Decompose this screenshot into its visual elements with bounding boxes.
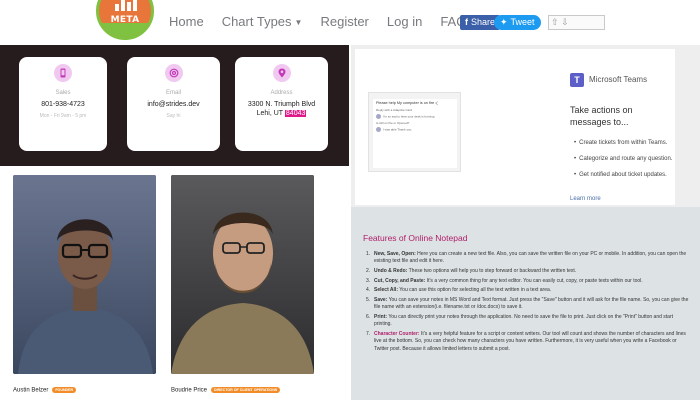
contact-card-email: Email info@strides.dev Say hi xyxy=(127,57,220,151)
list-item: 4. Select All: You can use this option fo… xyxy=(366,287,552,294)
phone-number[interactable]: 801-938-4723 xyxy=(19,100,107,109)
teams-brand-name: Microsoft Teams xyxy=(589,75,648,84)
learn-more-link[interactable]: Learn more xyxy=(570,196,601,202)
list-item: 6. Print: You can directly print your not… xyxy=(366,313,674,328)
features-list: 1. New, Save, Open: Here you can create a… xyxy=(366,251,691,355)
team-member-name: Austin Belzer FOUNDER xyxy=(13,387,77,394)
vote-down-icon[interactable]: ⇩ xyxy=(561,17,569,27)
email-address[interactable]: info@strides.dev xyxy=(127,100,220,109)
person-portrait-image xyxy=(13,175,156,374)
address-text[interactable]: 3300 N. Triumph Blvd Lehi, UT 84043 xyxy=(235,100,328,118)
list-item: 2. Undo & Redo: These two options will he… xyxy=(366,268,577,274)
site-logo[interactable]: META xyxy=(96,0,154,40)
phone-icon xyxy=(54,64,72,82)
list-item: 7. Character Counter: It's a very helpful… xyxy=(366,330,686,352)
teams-screenshot-preview: Please help My computer is on fire :( Re… xyxy=(368,92,461,172)
team-photo-austin xyxy=(13,175,156,374)
top-nav-bar: META Home Chart Types ▼ Register Log in F… xyxy=(0,0,700,45)
contact-card-phone: Sales 801-938-4723 Mon - Fri 9am - 5 pm xyxy=(19,57,107,151)
column-divider xyxy=(349,45,351,400)
nav-link-login[interactable]: Log in xyxy=(387,14,422,29)
avatar xyxy=(376,127,381,132)
team-photo-boudrie xyxy=(171,175,314,374)
list-item: 3. Cut, Copy, and Paste: It's a very comm… xyxy=(366,277,643,284)
section-title: Features of Online Notepad xyxy=(363,233,468,243)
role-badge: DIRECTOR OF CLIENT OPERATIONS xyxy=(211,387,281,393)
vote-widget[interactable]: ⇧ ⇩ xyxy=(548,15,605,30)
nav-links: Home Chart Types ▼ Register Log in FAQ xyxy=(169,14,484,29)
nav-link-register[interactable]: Register xyxy=(320,14,368,29)
at-sign-icon xyxy=(164,64,183,82)
zip-highlight: 84043 xyxy=(284,110,307,117)
caret-down-icon: ▼ xyxy=(294,18,303,27)
teams-bullet-list: Create tickets from within Teams. Catego… xyxy=(574,139,674,187)
vote-up-icon[interactable]: ⇧ xyxy=(551,17,559,27)
list-item: 5. Save: You can save your notes in MS Wo… xyxy=(366,296,689,311)
nav-link-chart-types[interactable]: Chart Types ▼ xyxy=(222,14,303,29)
microsoft-teams-icon: T xyxy=(570,73,584,87)
twitter-bird-icon: ✦ xyxy=(500,17,508,27)
contact-card-address: Address 3300 N. Triumph Blvd Lehi, UT 84… xyxy=(235,57,328,151)
list-item: 1. New, Save, Open: Here you can create a… xyxy=(366,251,687,265)
tweet-button[interactable]: ✦ Tweet xyxy=(494,15,541,30)
nav-link-home[interactable]: Home xyxy=(169,14,204,29)
avatar xyxy=(376,114,381,119)
chart-bars-icon xyxy=(115,0,137,11)
map-pin-icon xyxy=(272,64,291,82)
team-member-name: Boudrie Price DIRECTOR OF CLIENT OPERATIO… xyxy=(171,387,281,394)
facebook-icon: f xyxy=(465,17,468,27)
teams-headline: Take actions on messages to... xyxy=(570,105,633,127)
role-badge: FOUNDER xyxy=(52,387,77,393)
person-portrait-image xyxy=(171,175,314,374)
